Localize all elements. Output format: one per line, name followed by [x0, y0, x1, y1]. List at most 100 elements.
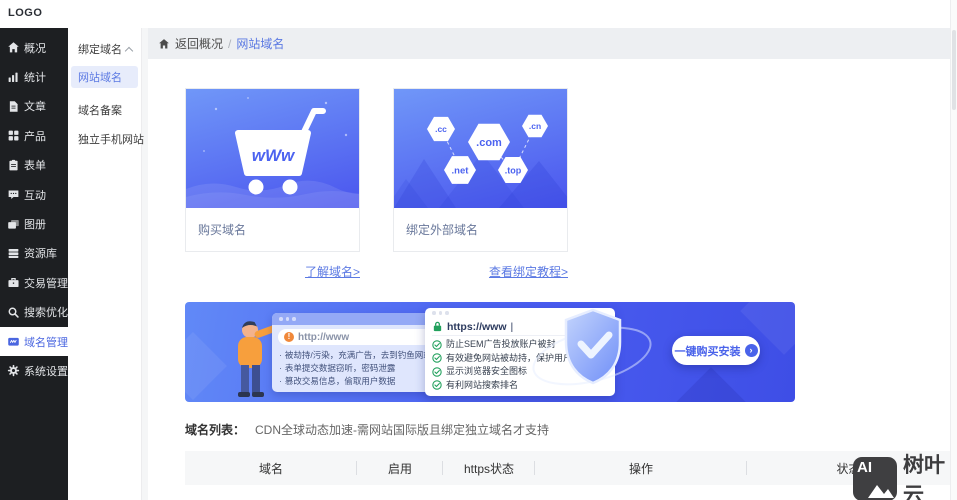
sidebar-item-label: 产品 — [24, 128, 46, 144]
check-icon — [432, 340, 442, 350]
sidebar-item-label: 概况 — [24, 40, 46, 56]
bullet-dot: · — [279, 349, 282, 362]
hex-cn-label: .cn — [529, 121, 541, 131]
sidebar-item-label: 文章 — [24, 98, 46, 114]
check-icon — [432, 380, 442, 390]
shield-illustration — [530, 304, 660, 400]
domain-icon — [7, 335, 20, 348]
sidebar-item-library[interactable]: 资源库 — [0, 239, 68, 268]
window-dot-icon — [432, 311, 436, 315]
http-address-bar: ! http://www — [278, 329, 432, 345]
sidebar-item-label: 图册 — [24, 216, 46, 232]
domain-table: 域名 启用 https状态 操作 状态 — [185, 451, 950, 485]
http-risk-list: ·被劫持/污染，充满广告，去到钓鱼网站 ·表单提交数据窃听，密码泄露 ·篡改交易… — [272, 348, 438, 389]
sidebar-item-domains[interactable]: 域名管理 — [0, 327, 68, 356]
sidebar-scrollbar[interactable] — [141, 28, 148, 500]
sidebar-item-albums[interactable]: 图册 — [0, 209, 68, 238]
seo-icon — [7, 306, 20, 319]
watermark: AI 树叶云 — [853, 449, 957, 500]
sidebar-item-seo[interactable]: 搜索优化 — [0, 298, 68, 327]
sidebar-item-overview[interactable]: 概况 — [0, 33, 68, 62]
sidebar-item-label: 域名管理 — [24, 334, 68, 350]
sidebar-item-trade[interactable]: 交易管理 — [0, 268, 68, 297]
bullet-dot: · — [279, 362, 282, 375]
window-dot-icon — [445, 311, 449, 315]
cart-www-text: wWw — [252, 146, 296, 165]
https-promo-banner[interactable]: ! http://www ·被劫持/污染，充满广告，去到钓鱼网站 ·表单提交数据… — [185, 302, 795, 402]
bind-domain-card[interactable]: .cc .com .cn .net .top 绑定外部域名 — [393, 88, 568, 252]
window-dot-icon — [292, 317, 296, 321]
sidebar-item-products[interactable]: 产品 — [0, 121, 68, 150]
ai-label: AI — [857, 459, 872, 476]
column-header-https-status: https状态 — [443, 460, 535, 477]
risk-item: 表单提交数据窃听，密码泄露 — [285, 362, 396, 375]
domain-list-header: 域名列表： CDN全球动态加速-需网站国际版且绑定独立域名才支持 — [185, 421, 549, 438]
subnav-item-label: 域名备案 — [78, 102, 122, 118]
gear-icon — [7, 364, 20, 377]
bind-tutorial-link[interactable]: 查看绑定教程> — [393, 263, 568, 280]
sidebar-item-stats[interactable]: 统计 — [0, 62, 68, 91]
breadcrumb-separator: / — [228, 37, 231, 51]
sidebar-item-interaction[interactable]: 互动 — [0, 180, 68, 209]
subnav-item-label: 网站域名 — [78, 69, 122, 85]
text-cursor: | — [511, 321, 514, 333]
column-header-actions: 操作 — [535, 460, 747, 477]
primary-sidebar: 概况 统计 文章 产品 表单 互动 图册 资源库 — [0, 28, 68, 500]
sidebar-item-label: 交易管理 — [24, 275, 68, 291]
lock-icon — [432, 321, 443, 332]
sidebar-item-label: 互动 — [24, 187, 46, 203]
warning-icon: ! — [284, 332, 294, 342]
table-header-row: 域名 启用 https状态 操作 状态 — [185, 451, 950, 485]
risk-item: 篡改交易信息，偷取用户数据 — [285, 375, 396, 388]
breadcrumb-current: 网站域名 — [236, 35, 284, 52]
card-title: 购买域名 — [186, 208, 359, 251]
subnav-group-bind-domain[interactable]: 绑定域名 — [68, 34, 141, 64]
stats-icon — [7, 71, 20, 84]
learn-domain-link[interactable]: 了解域名> — [185, 263, 360, 280]
product-icon — [7, 129, 20, 142]
mountain-photo-icon — [868, 480, 894, 498]
top-bar: LOGO — [0, 0, 957, 28]
browser-titlebar — [272, 313, 438, 325]
sidebar-item-label: 资源库 — [24, 245, 57, 261]
subnav-item-label: 独立手机网站 — [78, 131, 144, 147]
sidebar-item-articles[interactable]: 文章 — [0, 92, 68, 121]
subnav-item-domain-filing[interactable]: 域名备案 — [68, 95, 141, 124]
card-title: 绑定外部域名 — [394, 208, 567, 251]
check-icon — [432, 367, 442, 377]
one-click-buy-button[interactable]: 一键购买安装 › — [672, 336, 760, 365]
app-logo: LOGO — [8, 7, 42, 19]
buy-domain-card[interactable]: wWw 购买域名 — [185, 88, 360, 252]
sidebar-item-label: 统计 — [24, 69, 46, 85]
hex-top-label: .top — [505, 166, 522, 176]
sidebar-item-forms[interactable]: 表单 — [0, 151, 68, 180]
bullet-dot: · — [279, 375, 282, 388]
sidebar-item-settings[interactable]: 系统设置 — [0, 356, 68, 385]
chat-icon — [7, 188, 20, 201]
home-icon — [158, 38, 170, 50]
domain-list-note: CDN全球动态加速-需网站国际版且绑定独立域名才支持 — [255, 421, 549, 438]
check-icon — [432, 353, 442, 363]
decor-cube — [185, 332, 227, 400]
domain-list-label: 域名列表： — [185, 421, 245, 438]
domain-hexagons-illustration: .cc .com .cn .net .top — [394, 89, 567, 208]
scrollbar-thumb[interactable] — [952, 30, 956, 110]
http-browser-card: ! http://www ·被劫持/污染，充满广告，去到钓鱼网站 ·表单提交数据… — [272, 313, 438, 392]
cta-label: 一键购买安装 — [675, 343, 741, 359]
hex-com-label: .com — [476, 137, 502, 149]
arrow-right-icon: › — [745, 344, 758, 357]
form-icon — [7, 159, 20, 172]
window-dot-icon — [286, 317, 290, 321]
page-scrollbar[interactable] — [950, 0, 957, 500]
watermark-ai-badge: AI — [853, 457, 897, 500]
subnav-item-website-domain[interactable]: 网站域名 — [71, 66, 138, 88]
secondary-sidebar: 绑定域名 网站域名 域名备案 独立手机网站 — [68, 28, 141, 500]
decor-cube — [674, 367, 748, 402]
album-icon — [7, 218, 20, 231]
column-header-domain: 域名 — [185, 460, 357, 477]
window-dot-icon — [439, 311, 443, 315]
subnav-item-mobile-site[interactable]: 独立手机网站 — [68, 124, 141, 153]
benefit-item: 有利网站搜索排名 — [446, 379, 518, 393]
breadcrumb-back-link[interactable]: 返回概况 — [175, 35, 223, 52]
shopping-cart-illustration: wWw — [186, 89, 359, 208]
